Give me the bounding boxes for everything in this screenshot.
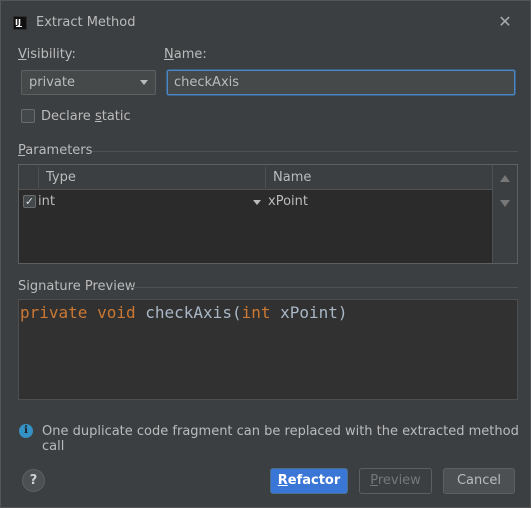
visibility-dropdown[interactable]: private — [21, 70, 156, 95]
declare-static-checkbox[interactable] — [21, 109, 35, 123]
parameter-include-checkbox[interactable]: ✓ — [23, 195, 36, 208]
chevron-down-icon — [140, 80, 148, 85]
info-icon: i — [19, 424, 33, 438]
title-bar: IJ Extract Method ✕ — [1, 1, 530, 45]
reorder-buttons — [492, 165, 517, 263]
cancel-button[interactable]: Cancel — [443, 468, 515, 494]
parameters-table: Type Name ✓ int xPoint — [18, 164, 518, 264]
parameter-type-cell[interactable]: int — [38, 194, 55, 209]
refactor-button-label: Refactor — [277, 473, 341, 488]
move-up-icon[interactable] — [500, 175, 510, 182]
declare-static-label[interactable]: Declare static — [41, 109, 131, 124]
method-name-input[interactable] — [167, 70, 515, 95]
intellij-idea-icon: IJ — [13, 16, 27, 30]
signature-preview-label: Signature Preview — [18, 279, 136, 294]
parameters-section-label: Parameters — [18, 143, 93, 158]
column-divider — [38, 167, 39, 188]
duplicate-info-text: One duplicate code fragment can be repla… — [42, 424, 519, 454]
extract-method-dialog: IJ Extract Method ✕ Visibility: private … — [0, 0, 531, 508]
preview-button[interactable]: Preview — [359, 468, 432, 494]
column-header-name[interactable]: Name — [273, 170, 311, 185]
signature-preview-editor: private void checkAxis(int xPoint) — [18, 299, 518, 400]
refactor-button[interactable]: Refactor — [270, 468, 348, 494]
table-row[interactable]: ✓ int xPoint — [19, 191, 493, 213]
parameter-name-cell[interactable]: xPoint — [268, 194, 308, 209]
close-icon[interactable]: ✕ — [496, 13, 514, 31]
column-header-type[interactable]: Type — [46, 170, 76, 185]
visibility-label: Visibility: — [18, 47, 76, 62]
name-label: Name: — [164, 47, 207, 62]
help-button[interactable]: ? — [22, 469, 45, 492]
column-divider — [265, 167, 266, 188]
move-down-icon[interactable] — [500, 200, 510, 207]
dialog-title: Extract Method — [36, 15, 136, 30]
chevron-down-icon[interactable] — [253, 200, 261, 205]
signature-divider — [131, 287, 518, 288]
visibility-selected-value: private — [29, 75, 75, 90]
parameters-divider — [92, 151, 518, 152]
table-header: Type Name — [19, 165, 493, 190]
